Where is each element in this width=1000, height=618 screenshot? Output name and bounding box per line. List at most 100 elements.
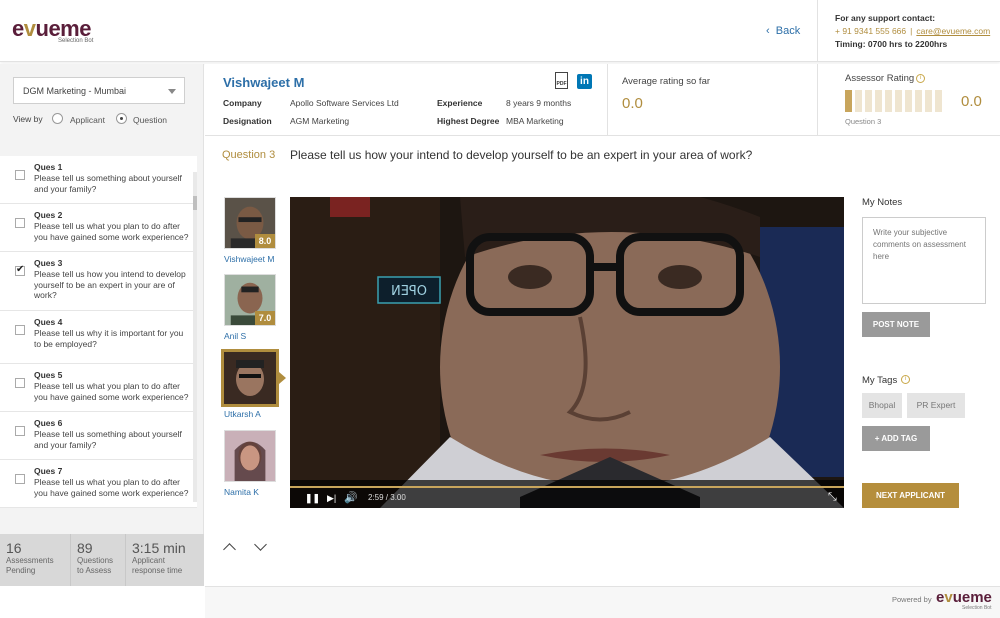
question-sidebar: DGM Marketing - Mumbai View by Applicant… [0, 64, 204, 586]
applicant-thumbnail[interactable]: 8.0 [224, 197, 276, 249]
chevron-down-icon [168, 89, 176, 94]
assessor-rating-label: Assessor Rating [845, 73, 915, 84]
assessor-rating-value: 0.0 [961, 93, 982, 110]
question-item[interactable]: Ques 7 Please tell us what you plan to d… [0, 460, 197, 508]
stat-value: 16 [6, 540, 22, 556]
question-checkbox[interactable] [15, 426, 25, 436]
question-text: Please tell us something about yourself … [34, 173, 182, 194]
footer-logo: evueme [936, 589, 992, 606]
role-select[interactable]: DGM Marketing - Mumbai [13, 77, 185, 104]
scrollbar-thumb[interactable] [193, 196, 197, 210]
my-tags-label: My Tags [862, 375, 898, 386]
header-divider [817, 0, 818, 62]
stat-questions-to-assess: 89 Questions to Assess [71, 534, 126, 586]
degree-value: MBA Marketing [506, 116, 564, 126]
stats-bar: 16 Assessments Pending 89 Questions to A… [0, 534, 204, 586]
applicant-name[interactable]: Anil S [224, 331, 246, 341]
powered-by-label: Powered by [892, 595, 932, 604]
rating-step[interactable] [875, 90, 882, 112]
question-checkbox[interactable] [15, 170, 25, 180]
rating-step[interactable] [865, 90, 872, 112]
applicant-name[interactable]: Vishwajeet M [224, 254, 274, 264]
pdf-resume-icon[interactable]: PDF [555, 72, 568, 89]
applicant-thumbnail-selected[interactable] [221, 349, 279, 407]
question-text: Please tell us what you plan to do after… [34, 381, 189, 402]
question-checkbox[interactable] [15, 378, 25, 388]
assessor-rating-question: Question 3 [845, 117, 882, 126]
radio-applicant-label: Applicant [70, 115, 105, 125]
volume-icon[interactable]: 🔊 [344, 491, 358, 504]
tag-chip[interactable]: Bhopal [862, 393, 902, 418]
rating-step[interactable] [885, 90, 892, 112]
rating-step[interactable] [935, 90, 942, 112]
applicant-score: 8.0 [255, 234, 275, 248]
applicant-name[interactable]: Utkarsh A [224, 409, 261, 419]
fullscreen-icon[interactable]: ⤡ [828, 491, 837, 504]
logo-subtitle: Selection Bot [58, 38, 94, 44]
radio-applicant[interactable] [52, 113, 63, 124]
experience-value: 8 years 9 months [506, 98, 572, 108]
applicant-score: 7.0 [255, 311, 275, 325]
my-notes-label: My Notes [862, 197, 903, 208]
support-email[interactable]: care@evueme.com [916, 26, 990, 36]
company-label: Company [223, 98, 262, 108]
radio-question[interactable] [116, 113, 127, 124]
applicant-name[interactable]: Namita K [224, 487, 259, 497]
average-rating-value: 0.0 [622, 95, 643, 112]
next-applicant-button[interactable]: NEXT APPLICANT [862, 483, 959, 508]
footer [205, 586, 1000, 618]
question-item[interactable]: Ques 5 Please tell us what you plan to d… [0, 364, 197, 412]
video-time: 2:59 / 3.00 [368, 493, 406, 502]
skip-forward-icon[interactable]: ▶| [327, 493, 336, 504]
stat-label: response time [132, 566, 183, 575]
question-list: Ques 1 Please tell us something about yo… [0, 156, 197, 508]
logo-prefix: e [12, 16, 24, 41]
question-item[interactable]: Ques 4 Please tell us why it is importan… [0, 311, 197, 364]
post-note-button[interactable]: POST NOTE [862, 312, 930, 337]
pause-icon[interactable]: ❚❚ [305, 493, 320, 504]
question-item-selected[interactable]: Ques 3 Please tell us how you intend to … [0, 252, 197, 311]
tag-chip[interactable]: PR Expert [907, 393, 965, 418]
video-player[interactable]: OPEN ❚❚ ▶| 🔊 2:59 / 3.00 ⤡ [290, 197, 844, 508]
rating-step[interactable] [855, 90, 862, 112]
divider [817, 64, 818, 136]
question-item[interactable]: Ques 2 Please tell us what you plan to d… [0, 204, 197, 252]
question-title: Ques 3 [34, 258, 63, 268]
chevron-down-icon[interactable] [254, 538, 267, 551]
question-item[interactable]: Ques 6 Please tell us something about yo… [0, 412, 197, 460]
question-title: Ques 4 [34, 317, 63, 327]
question-checkbox-checked[interactable] [15, 264, 25, 276]
candidate-summary: Vishwajeet M Company Apollo Software Ser… [205, 64, 1000, 136]
info-icon[interactable]: i [916, 74, 925, 83]
rating-step[interactable] [895, 90, 902, 112]
rating-step[interactable] [905, 90, 912, 112]
notes-input[interactable] [862, 217, 986, 304]
applicant-thumbnail[interactable]: 7.0 [224, 274, 276, 326]
info-icon[interactable]: i [901, 375, 910, 384]
designation-label: Designation [223, 116, 272, 126]
company-value: Apollo Software Services Ltd [290, 98, 399, 108]
stat-assessments-pending: 16 Assessments Pending [0, 534, 71, 586]
question-text: Please tell us why it is important for y… [34, 328, 184, 349]
question-list-scrollbar[interactable] [193, 172, 197, 502]
rating-step[interactable] [845, 90, 852, 112]
rating-step[interactable] [925, 90, 932, 112]
question-text: Please tell us what you plan to do after… [34, 221, 189, 242]
applicant-thumbnail[interactable] [224, 430, 276, 482]
support-phone[interactable]: + 91 9341 555 666 [835, 26, 906, 36]
question-checkbox[interactable] [15, 218, 25, 228]
question-title: Ques 1 [34, 162, 63, 172]
chevron-up-icon[interactable] [223, 543, 236, 556]
rating-step[interactable] [915, 90, 922, 112]
add-tag-button[interactable]: + ADD TAG [862, 426, 930, 451]
stat-value: 89 [77, 540, 93, 556]
stat-label: to Assess [77, 566, 112, 575]
back-button[interactable]: ‹ Back [766, 25, 800, 37]
question-checkbox[interactable] [15, 474, 25, 484]
question-item[interactable]: Ques 1 Please tell us something about yo… [0, 156, 197, 204]
support-title: For any support contact: [835, 13, 936, 23]
question-checkbox[interactable] [15, 325, 25, 335]
question-title: Ques 6 [34, 418, 63, 428]
stat-label: Assessments [6, 556, 54, 565]
linkedin-icon[interactable]: in [577, 74, 592, 89]
